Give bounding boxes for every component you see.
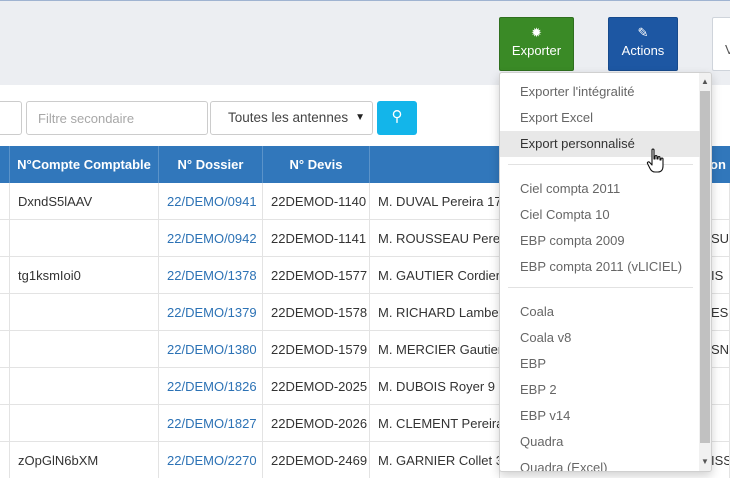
export-menu-item[interactable]: Ciel Compta 10 — [500, 202, 700, 228]
view-button[interactable]: V — [712, 17, 730, 71]
export-menu-item[interactable]: Export personnalisé — [500, 131, 700, 157]
dropdown-scrollbar[interactable]: ▲ ▼ — [699, 73, 711, 471]
menu-divider — [508, 287, 693, 288]
export-menu-item[interactable]: Ciel compta 2011 — [500, 176, 700, 202]
antenna-select[interactable]: Toutes les antennes ▼ — [210, 101, 373, 135]
scroll-up-arrow-icon[interactable]: ▲ — [701, 77, 709, 86]
compte-cell: tg1ksmIoi0 — [10, 257, 159, 294]
dossier-cell: 22/DEMO/2270 — [159, 442, 263, 478]
column-header-compte[interactable]: N°Compte Comptable — [10, 146, 159, 183]
column-header-dossier[interactable]: N° Dossier — [159, 146, 263, 183]
row-select-cell — [0, 220, 10, 257]
client-cell: M. DUVAL Pereira 17 E — [370, 183, 500, 220]
dossier-link[interactable]: 22/DEMO/1379 — [167, 305, 257, 320]
devis-cell: 22DEMOD-1579 — [263, 331, 370, 368]
hand-cursor-icon — [646, 148, 664, 173]
dossier-cell: 22/DEMO/1379 — [159, 294, 263, 331]
row-select-cell — [0, 294, 10, 331]
compte-cell — [10, 405, 159, 442]
actions-button-label: Actions — [621, 43, 665, 58]
row-select-cell — [0, 331, 10, 368]
devis-cell: 22DEMOD-1140 — [263, 183, 370, 220]
export-menu-item[interactable]: Coala — [500, 299, 700, 325]
secondary-filter-input[interactable] — [26, 101, 208, 135]
compte-cell: zOpGlN6bXM — [10, 442, 159, 478]
export-menu-item[interactable]: EBP v14 — [500, 403, 700, 429]
client-cell: M. MERCIER Gautier 7 — [370, 331, 500, 368]
primary-filter-input[interactable] — [0, 101, 22, 135]
client-cell: M. GARNIER Collet 33 — [370, 442, 500, 478]
gear-icon: ✹ — [531, 25, 542, 40]
dossier-cell: 22/DEMO/1380 — [159, 331, 263, 368]
devis-cell: 22DEMOD-2025 — [263, 368, 370, 405]
search-button[interactable]: ⚲ — [377, 101, 417, 135]
client-cell: M. GAUTIER Cordier 3 — [370, 257, 500, 294]
client-cell: M. RICHARD Lambert — [370, 294, 500, 331]
devis-cell: 22DEMOD-1577 — [263, 257, 370, 294]
dossier-cell: 22/DEMO/1827 — [159, 405, 263, 442]
compte-cell — [10, 220, 159, 257]
dossier-cell: 22/DEMO/1826 — [159, 368, 263, 405]
export-menu-item[interactable]: EBP 2 — [500, 377, 700, 403]
view-button-label: V — [725, 42, 730, 57]
devis-cell: 22DEMOD-2469 — [263, 442, 370, 478]
page: ✹ Exporter ✎ Actions V Toutes les antenn… — [0, 0, 730, 478]
actions-button[interactable]: ✎ Actions — [608, 17, 678, 71]
export-menu-item[interactable]: EBP compta 2011 (vLICIEL) — [500, 254, 700, 280]
devis-cell: 22DEMOD-2026 — [263, 405, 370, 442]
dossier-link[interactable]: 22/DEMO/0942 — [167, 231, 257, 246]
row-select-cell — [0, 442, 10, 478]
export-button[interactable]: ✹ Exporter — [499, 17, 574, 71]
export-menu-item[interactable]: Quadra — [500, 429, 700, 455]
row-select-cell — [0, 183, 10, 220]
scroll-thumb[interactable] — [700, 91, 710, 443]
export-menu-item[interactable]: Quadra (Excel) — [500, 455, 700, 471]
export-menu-item[interactable]: Exporter l'intégralité — [500, 79, 700, 105]
dossier-link[interactable]: 22/DEMO/1380 — [167, 342, 257, 357]
client-cell: M. ROUSSEAU Pereira — [370, 220, 500, 257]
compte-cell — [10, 294, 159, 331]
dossier-link[interactable]: 22/DEMO/1827 — [167, 416, 257, 431]
export-dropdown-menu: ▲ ▼ Exporter l'intégralité Export Excel Ex… — [499, 72, 712, 472]
dossier-link[interactable]: 22/DEMO/1826 — [167, 379, 257, 394]
devis-cell: 22DEMOD-1578 — [263, 294, 370, 331]
edit-icon: ✎ — [637, 25, 649, 40]
client-cell: M. CLEMENT Pereira 2 — [370, 405, 500, 442]
chevron-down-icon: ▼ — [355, 112, 365, 123]
scroll-down-arrow-icon[interactable]: ▼ — [701, 457, 709, 466]
devis-cell: 22DEMOD-1141 — [263, 220, 370, 257]
row-select-cell — [0, 257, 10, 294]
column-header-devis[interactable]: N° Devis — [263, 146, 370, 183]
compte-cell — [10, 368, 159, 405]
compte-cell: DxndS5lAAV — [10, 183, 159, 220]
row-select-cell — [0, 405, 10, 442]
dossier-cell: 22/DEMO/0942 — [159, 220, 263, 257]
antenna-select-value: Toutes les antennes — [228, 110, 349, 125]
search-icon: ⚲ — [391, 108, 403, 125]
client-cell: M. DUBOIS Royer 9 ru — [370, 368, 500, 405]
export-button-label: Exporter — [511, 43, 562, 58]
compte-cell — [10, 331, 159, 368]
dossier-link[interactable]: 22/DEMO/2270 — [167, 453, 257, 468]
export-menu-item[interactable]: EBP compta 2009 — [500, 228, 700, 254]
dossier-link[interactable]: 22/DEMO/0941 — [167, 194, 257, 209]
column-header-select — [0, 146, 10, 183]
export-menu-item[interactable]: Export Excel — [500, 105, 700, 131]
dossier-cell: 22/DEMO/1378 — [159, 257, 263, 294]
dossier-link[interactable]: 22/DEMO/1378 — [167, 268, 257, 283]
export-menu-item[interactable]: Coala v8 — [500, 325, 700, 351]
export-menu-item[interactable]: EBP — [500, 351, 700, 377]
row-select-cell — [0, 368, 10, 405]
dossier-cell: 22/DEMO/0941 — [159, 183, 263, 220]
